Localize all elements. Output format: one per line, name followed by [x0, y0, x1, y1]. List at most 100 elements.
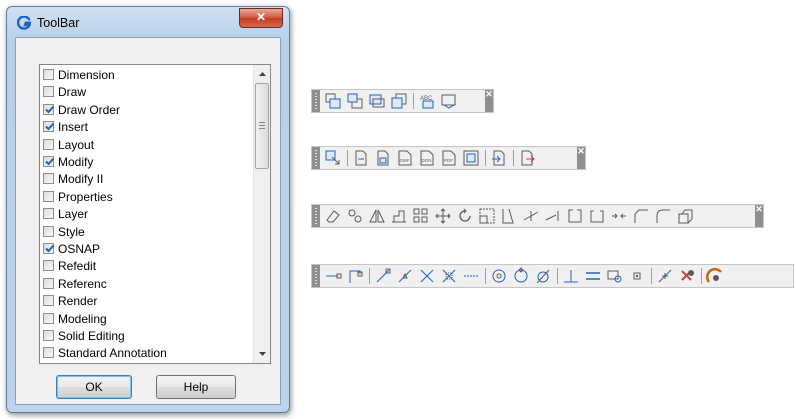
array-icon[interactable]: [412, 207, 430, 225]
copy-icon[interactable]: [346, 207, 364, 225]
checkbox[interactable]: [43, 243, 55, 254]
toolbar-list-item[interactable]: Refedit: [43, 258, 248, 275]
bring-to-front-icon[interactable]: [324, 92, 342, 110]
help-button[interactable]: Help: [156, 375, 236, 399]
checkbox[interactable]: [43, 138, 54, 150]
checkbox[interactable]: [43, 312, 54, 324]
checkbox[interactable]: [43, 121, 55, 133]
quadrant-icon[interactable]: [512, 267, 530, 285]
checkbox[interactable]: [43, 173, 54, 185]
toolbar-checklist[interactable]: Dimension Draw Draw Order Insert Layout Modif…: [39, 64, 271, 364]
endpoint-icon[interactable]: [374, 267, 392, 285]
title-bar[interactable]: ToolBar ✕: [7, 7, 289, 37]
toolbar-list-item[interactable]: Dimension: [43, 67, 248, 84]
app-logo-icon: [17, 16, 31, 30]
send-to-back-icon[interactable]: [346, 92, 364, 110]
trim-icon[interactable]: [522, 207, 540, 225]
explode-icon[interactable]: [676, 207, 694, 225]
toolbar-list-item[interactable]: Style: [43, 224, 248, 241]
apparent-intersection-icon[interactable]: [440, 267, 458, 285]
extend-icon[interactable]: [544, 207, 562, 225]
intersection-icon[interactable]: [418, 267, 436, 285]
chamfer-icon[interactable]: [632, 207, 650, 225]
toolbar-close-button[interactable]: ✕: [577, 147, 585, 169]
scroll-down-arrow-icon[interactable]: [257, 349, 268, 359]
checkbox[interactable]: [43, 190, 54, 202]
toolbar-list-item[interactable]: Solid Editing: [43, 328, 248, 345]
toolbar-list-item[interactable]: Referenc: [43, 276, 248, 293]
import-icon[interactable]: [490, 149, 508, 167]
move-icon[interactable]: [434, 207, 452, 225]
toolbar-list-item[interactable]: Modify: [43, 154, 248, 171]
toolbar-list-item[interactable]: OSNAP: [43, 241, 248, 258]
snap-none-icon[interactable]: [678, 267, 696, 285]
erase-icon[interactable]: [324, 207, 342, 225]
snap-from-icon[interactable]: [346, 267, 364, 285]
checkbox[interactable]: [43, 86, 54, 98]
center-icon[interactable]: [490, 267, 508, 285]
break-icon[interactable]: [588, 207, 606, 225]
checkbox[interactable]: [43, 295, 54, 307]
toolbar-drag-handle[interactable]: [312, 147, 320, 169]
insertion-icon[interactable]: [606, 267, 624, 285]
send-under-objects-icon[interactable]: [390, 92, 408, 110]
extension-icon[interactable]: [462, 267, 480, 285]
temporary-tracking-icon[interactable]: [324, 267, 342, 285]
midpoint-icon[interactable]: [396, 267, 414, 285]
attach-image-icon[interactable]: [374, 149, 392, 167]
toolbar-list-item[interactable]: Properties: [43, 189, 248, 206]
toolbar-list-item[interactable]: Draw Order: [43, 102, 248, 119]
text-to-front-icon[interactable]: ABC: [418, 92, 436, 110]
toolbar-list-item[interactable]: Insert: [43, 119, 248, 136]
attach-xref-icon[interactable]: [352, 149, 370, 167]
checkbox[interactable]: [43, 156, 55, 167]
checkbox[interactable]: [43, 103, 55, 115]
scroll-thumb[interactable]: [255, 83, 269, 169]
toolbar-close-button[interactable]: ✕: [755, 205, 763, 227]
perpendicular-icon[interactable]: [562, 267, 580, 285]
offset-icon[interactable]: [390, 207, 408, 225]
tangent-icon[interactable]: [534, 267, 552, 285]
checkbox[interactable]: [43, 347, 54, 359]
toolbar-close-button[interactable]: ✕: [485, 90, 493, 112]
checkbox[interactable]: [43, 208, 54, 220]
toolbar-list-item[interactable]: Layout: [43, 137, 248, 154]
osnap-settings-icon[interactable]: [706, 267, 724, 285]
toolbar-drag-handle[interactable]: [312, 205, 320, 227]
ole-object-icon[interactable]: [462, 149, 480, 167]
fillet-icon[interactable]: [654, 207, 672, 225]
scale-icon[interactable]: [478, 207, 496, 225]
node-icon[interactable]: [628, 267, 646, 285]
nearest-icon[interactable]: [656, 267, 674, 285]
attach-dgn-icon[interactable]: DGN: [418, 149, 436, 167]
checkbox[interactable]: [43, 277, 54, 289]
hatch-to-back-icon[interactable]: [440, 92, 458, 110]
attach-pdf-icon[interactable]: PDF: [440, 149, 458, 167]
scroll-up-arrow-icon[interactable]: [257, 69, 268, 79]
vertical-scrollbar[interactable]: [253, 65, 270, 363]
toolbar-list-item[interactable]: Modify II: [43, 171, 248, 188]
toolbar-list-item[interactable]: Draw: [43, 84, 248, 101]
checkbox[interactable]: [43, 69, 54, 80]
toolbar-list-item[interactable]: Layer: [43, 206, 248, 223]
rotate-icon[interactable]: [456, 207, 474, 225]
parallel-icon[interactable]: [584, 267, 602, 285]
checkbox[interactable]: [43, 225, 54, 237]
join-icon[interactable]: [610, 207, 628, 225]
checkbox[interactable]: [43, 260, 54, 272]
toolbar-list-item[interactable]: Render: [43, 293, 248, 310]
mirror-icon[interactable]: [368, 207, 386, 225]
close-button[interactable]: ✕: [239, 8, 283, 28]
attach-dwf-icon[interactable]: DWF: [396, 149, 414, 167]
ok-button[interactable]: OK: [56, 375, 132, 399]
toolbar-drag-handle[interactable]: [312, 90, 320, 112]
toolbar-list-item[interactable]: Modeling: [43, 311, 248, 328]
bring-above-objects-icon[interactable]: [368, 92, 386, 110]
export-icon[interactable]: [518, 149, 536, 167]
insert-block-icon[interactable]: [324, 149, 342, 167]
toolbar-drag-handle[interactable]: [312, 265, 320, 287]
checkbox[interactable]: [43, 330, 54, 341]
stretch-icon[interactable]: [500, 207, 518, 225]
break-at-point-icon[interactable]: [566, 207, 584, 225]
toolbar-list-item[interactable]: Standard Annotation: [43, 345, 248, 362]
